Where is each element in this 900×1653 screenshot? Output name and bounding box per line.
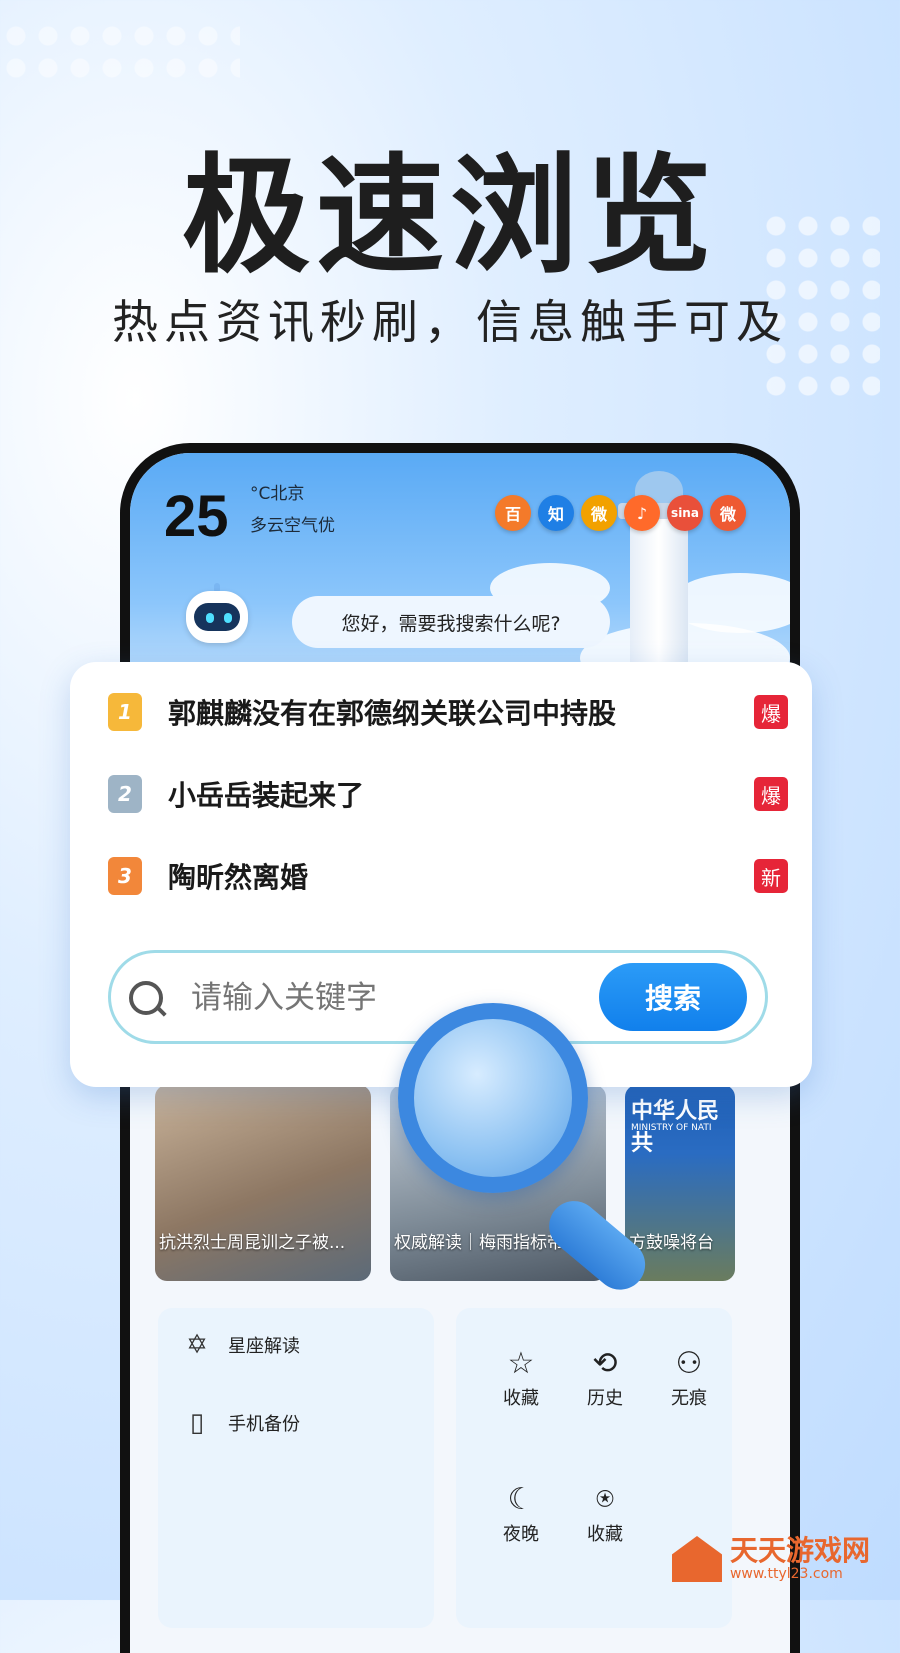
tool-incognito[interactable]: ⚇ 无痕 [658, 1344, 720, 1410]
magnifier-illustration [398, 1003, 588, 1193]
tool-night-mode[interactable]: ☾ 夜晚 [490, 1480, 552, 1546]
watermark-url: www.ttyl23.com [729, 1566, 843, 1582]
news-caption: 抗洪烈士周昆训之子被... [159, 1233, 346, 1253]
tool-label: 无痕 [671, 1388, 707, 1409]
news-card[interactable]: 抗洪烈士周昆训之子被... [155, 1085, 371, 1281]
lighthouse-illustration [618, 503, 700, 663]
app-shortcuts: 百 知 微 ♪ sina 微 [495, 495, 746, 531]
star-icon: ☆ [507, 1346, 535, 1381]
weibo-alt-icon[interactable]: 微 [710, 495, 746, 531]
robot-assistant-icon[interactable] [178, 583, 256, 653]
history-icon: ⟲ [592, 1346, 618, 1381]
sina-icon[interactable]: sina [667, 495, 703, 531]
watermark-title: 天天游戏网 [729, 1534, 870, 1567]
weather-description: 多云空气优 [250, 516, 335, 536]
news-banner-sub: MINISTRY OF NATI [631, 1123, 712, 1133]
star-of-david-icon: ✡ [186, 1330, 208, 1360]
tool-favorites[interactable]: ☆ 收藏 [490, 1344, 552, 1410]
tool-label: 收藏 [503, 1388, 539, 1409]
weibo-icon[interactable]: 微 [581, 495, 617, 531]
tool-label: 星座解读 [228, 1336, 300, 1357]
tool-bookmark[interactable]: ⍟ 收藏 [574, 1480, 636, 1546]
baidu-icon[interactable]: 百 [495, 495, 531, 531]
promo-subline: 热点资讯秒刷，信息触手可及 [112, 295, 788, 349]
tool-label: 历史 [587, 1388, 623, 1409]
zhihu-icon[interactable]: 知 [538, 495, 574, 531]
hot-tag-badge: 爆 [754, 777, 788, 811]
temperature-unit-city: °C北京 [250, 484, 305, 504]
decorative-dots [0, 20, 240, 90]
tool-label: 手机备份 [228, 1414, 300, 1435]
watermark-logo-icon [671, 1536, 722, 1582]
tool-history[interactable]: ⟲ 历史 [574, 1344, 636, 1410]
news-caption: 方鼓噪将台 [629, 1233, 714, 1253]
tools-panel-left: ✡ 星座解读 ▯ 手机备份 [158, 1308, 434, 1628]
hot-tag-badge: 爆 [754, 695, 788, 729]
tool-phone-backup[interactable]: ▯ 手机备份 [182, 1408, 300, 1438]
rank-badge: 2 [108, 775, 142, 813]
promo-headline: 极速浏览 [181, 142, 718, 291]
douyin-icon[interactable]: ♪ [624, 495, 660, 531]
hot-item[interactable]: 2 小岳岳装起来了 爆 [108, 774, 788, 814]
temperature-value: 25 [164, 484, 229, 549]
hot-item[interactable]: 3 陶昕然离婚 新 [108, 856, 788, 896]
bookmark-icon: ⍟ [596, 1482, 614, 1517]
rank-badge: 3 [108, 857, 142, 895]
hot-item-title: 郭麒麟没有在郭德纲关联公司中持股 [168, 697, 617, 730]
search-button[interactable]: 搜索 [599, 963, 747, 1031]
phone-backup-icon: ▯ [189, 1408, 205, 1438]
tool-label: 收藏 [587, 1524, 623, 1545]
hot-item-title: 小岳岳装起来了 [168, 779, 365, 812]
incognito-icon: ⚇ [675, 1346, 703, 1381]
moon-icon: ☾ [507, 1482, 535, 1517]
tool-label: 夜晚 [503, 1524, 539, 1545]
hot-tag-badge: 新 [754, 859, 788, 893]
assistant-greeting[interactable]: 您好，需要我搜索什么呢? [292, 596, 610, 648]
hot-item-title: 陶昕然离婚 [168, 861, 309, 894]
rank-badge: 1 [108, 693, 142, 731]
tool-horoscope[interactable]: ✡ 星座解读 [182, 1330, 300, 1360]
watermark: 天天游戏网 www.ttyl23.com [671, 1534, 870, 1582]
search-icon [129, 981, 163, 1015]
hot-item[interactable]: 1 郭麒麟没有在郭德纲关联公司中持股 爆 [108, 692, 788, 732]
